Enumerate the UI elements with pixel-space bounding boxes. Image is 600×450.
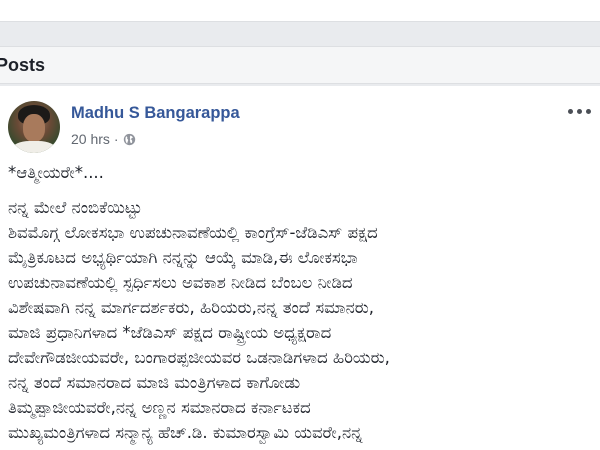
post-timestamp[interactable]: 20 hrs (71, 131, 110, 147)
post-line: ಮುಖ್ಯಮಂತ್ರಿಗಳಾದ ಸನ್ಮಾನ್ಯ ಹೆಚ್.ಡಿ. ಕುಮಾರಸ… (8, 423, 363, 442)
posts-section-header: Posts (0, 46, 600, 84)
avatar-shirt-shape (12, 141, 56, 153)
avatar-face-shape (23, 114, 45, 142)
post-greeting: *ಆತ್ಮೀಯರೇ*.... (8, 163, 104, 182)
post-card: Madhu S Bangarappa 20 hrs · *ಆತ್ಮೀಯರೇ*..… (0, 86, 600, 450)
more-dot (568, 108, 573, 114)
post-line: ನನ್ನ ತಂದೆ ಸಮಾನರಾದ ಮಾಜಿ ಮಂತ್ರಿಗಳಾದ ಕಾಗೋಡು (8, 373, 301, 392)
top-bar (0, 0, 600, 22)
post-author-name[interactable]: Madhu S Bangarappa (71, 104, 240, 123)
more-dot (586, 108, 591, 114)
posts-section-title: Posts (0, 55, 46, 75)
post-line: ದೇವೇಗೌಡಜೀಯವರೇ, ಬಂಗಾರಪ್ಪಜೀಯವರ ಒಡನಾಡಿಗಳಾದ … (8, 348, 390, 367)
post-line: ಉಪಚುನಾವಣೆಯಲ್ಲಿ ಸ್ಪರ್ಧಿಸಲು ಅವಕಾಶ ನೀಡಿದ ಬೆ… (8, 273, 353, 292)
post-line: ಮಾಜಿ ಪ್ರಧಾನಿಗಳಾದ *ಜೆಡಿಎಸ್ ಪಕ್ಷದ ರಾಷ್ಟ್ರೀ… (8, 323, 332, 342)
post-line: ಮೈತ್ರಿಕೂಟದ ಅಭ್ಯರ್ಥಿಯಾಗಿ ನನ್ನನ್ನು ಆಯ್ಕೆ ಮ… (8, 248, 358, 267)
post-meta: 20 hrs · (71, 131, 136, 147)
meta-separator: · (113, 131, 119, 147)
post-line: ವಿಶೇಷವಾಗಿ ನನ್ನ ಮಾರ್ಗದರ್ಶಕರು, ಹಿರಿಯರು,ನನ್… (8, 298, 375, 317)
page-background-strip (0, 22, 600, 46)
post-line: ತಿಮ್ಮಪ್ಪಾಜೀಯವರೇ,ನನ್ನ ಅಣ್ಣನ ಸಮಾನರಾದ ಕರ್ನಾ… (8, 398, 311, 417)
globe-icon[interactable] (123, 133, 136, 146)
post-line: ಶಿವಮೊಗ್ಗ ಲೋಕಸಭಾ ಉಪಚುನಾವಣೆಯಲ್ಲಿ ಕಾಂಗ್ರೆಸ್… (8, 223, 378, 242)
post-body: *ಆತ್ಮೀಯರೇ*.... ನನ್ನ ಮೇಲೆ ನಂಬಿಕೆಯಿಟ್ಟು ಶಿ… (8, 160, 600, 445)
more-dot (577, 108, 582, 114)
post-line: ನನ್ನ ಮೇಲೆ ನಂಬಿಕೆಯಿಟ್ಟು (8, 198, 143, 217)
author-avatar[interactable] (8, 101, 60, 153)
more-options-icon[interactable] (568, 104, 596, 118)
